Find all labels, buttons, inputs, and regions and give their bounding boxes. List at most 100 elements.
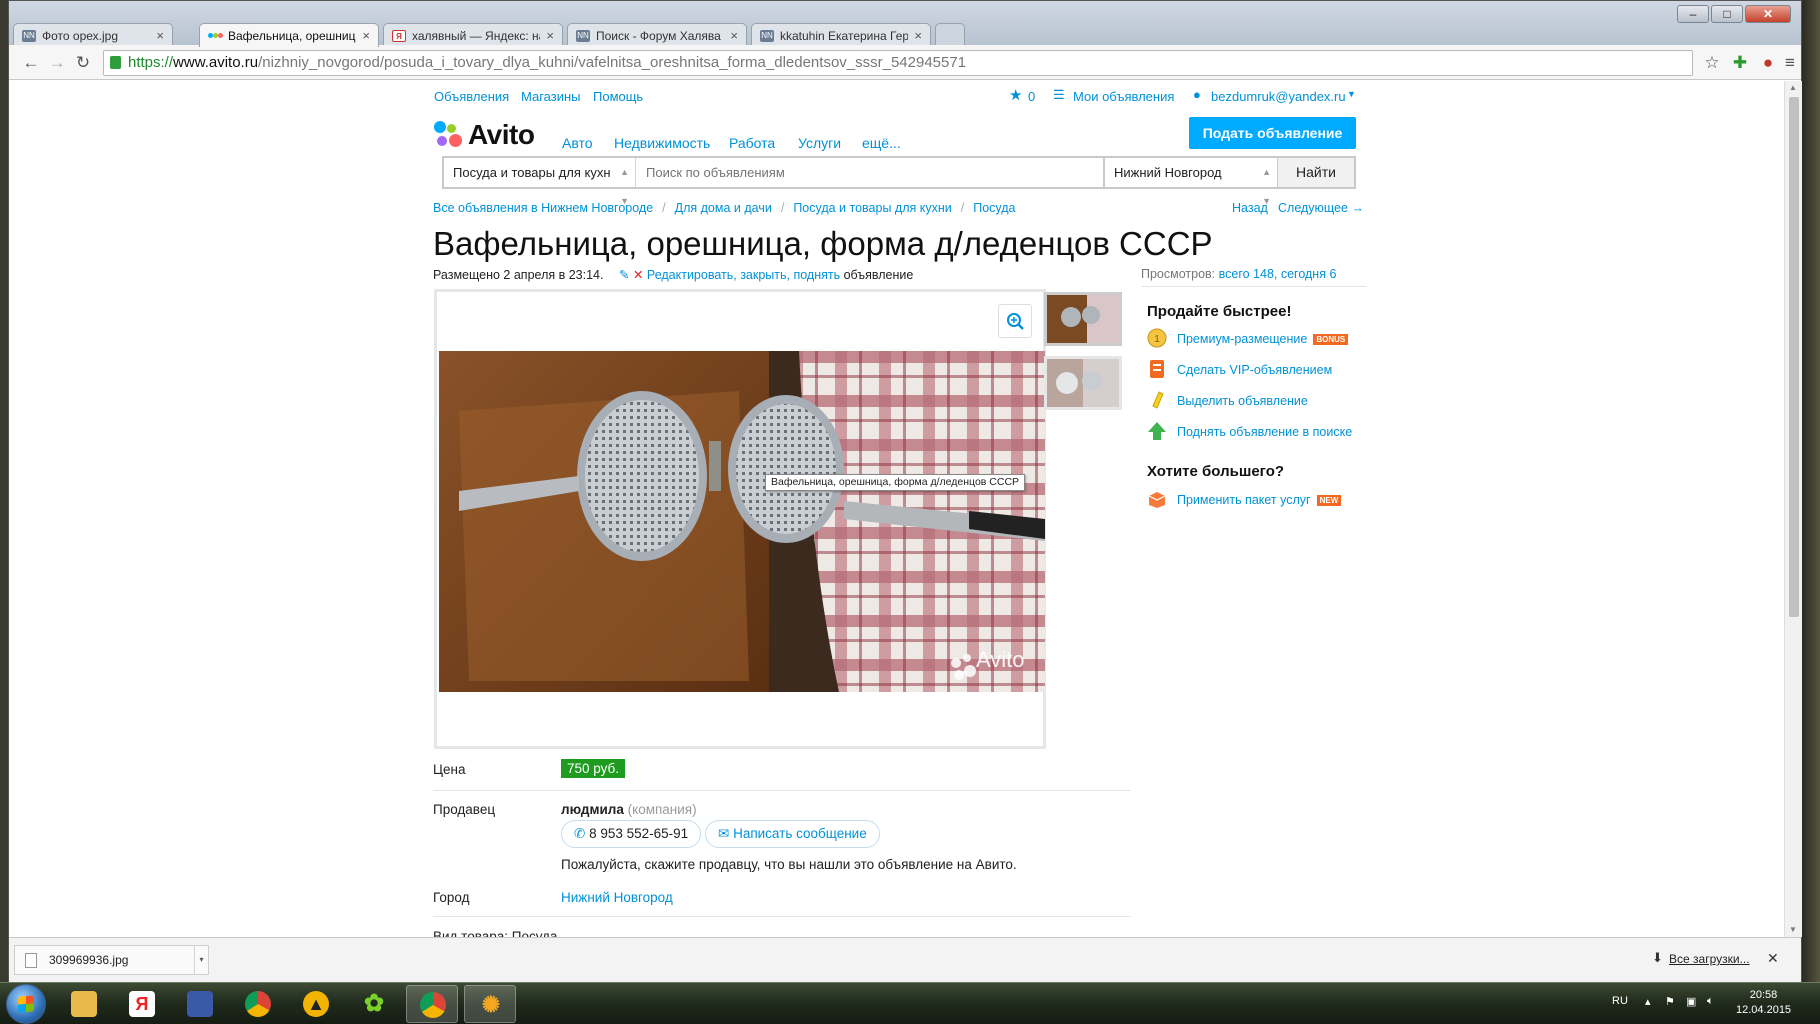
seller-type: (компания) [627,802,697,817]
search-input[interactable] [637,158,1103,187]
download-item[interactable]: 309969936.jpg ▾ [14,945,209,975]
promo-premium-label: Премиум-размещение [1177,332,1308,346]
breadcrumb-item[interactable]: Все объявления в Нижнем Новгороде [433,201,653,215]
tab-forum-search[interactable]: NN Поиск - Форум Халява в × [567,23,747,47]
desktop-background-left [0,0,8,1024]
price-value: 750 руб. [561,759,626,778]
tab-kkatuhin[interactable]: NN kkatuhin Екатерина Герм × [751,23,931,47]
user-email-link[interactable]: bezdumruk@yandex.ru [1211,89,1346,104]
pencil-icon: ✎ [618,268,630,282]
clock[interactable]: 20:58 12.04.2015 [1736,988,1791,1018]
tab-label: Фото орех.jpg [42,28,119,43]
nav-more[interactable]: ещё... [862,135,901,151]
language-indicator[interactable]: RU [1612,995,1628,1007]
breadcrumb-item[interactable]: Посуда [973,201,1015,215]
vip-icon [1150,360,1164,378]
taskbar-viewer[interactable]: ✺ [464,985,516,1023]
user-icon: ● [1193,87,1201,102]
back-arrow-icon[interactable]: ← [19,51,43,75]
menu-icon[interactable]: ≡ [1779,52,1801,74]
taskbar-icq[interactable]: ✿ [348,985,400,1023]
address-bar[interactable]: https://www.avito.ru/nizhniy_novgorod/po… [103,50,1693,76]
search-button[interactable]: Найти [1277,158,1354,187]
breadcrumb-item[interactable]: Посуда и товары для кухни [793,201,951,215]
new-tab-button[interactable] [935,23,965,47]
all-downloads-link[interactable]: Все загрузки... [1669,952,1750,966]
scrollbar-thumb[interactable] [1789,97,1799,617]
promo-premium[interactable]: Премиум-размещение BONUS [1177,332,1349,346]
bookmark-star-icon[interactable]: ☆ [1701,52,1723,74]
top-link-ads[interactable]: Объявления [434,89,509,104]
phone-button[interactable]: ✆ 8 953 552-65-91 [561,820,702,848]
seller-name: людмила [561,802,624,817]
tab-yandex[interactable]: Я халявный — Яндекс: наш × [383,23,563,47]
taskbar-explorer[interactable] [58,985,110,1023]
promo-vip[interactable]: Сделать VIP-объявлением [1177,363,1332,377]
network-icon[interactable]: ▣ [1686,995,1696,1008]
nav-jobs[interactable]: Работа [729,135,775,151]
zoom-icon[interactable] [998,304,1032,338]
taskbar-yandex[interactable]: Я [116,985,168,1023]
close-tab-icon[interactable]: × [362,28,370,43]
city-link[interactable]: Нижний Новгород [561,890,673,905]
top-link-help[interactable]: Помощь [593,89,643,104]
edit-links[interactable]: Редактировать, закрыть, поднять [647,268,840,282]
volume-icon[interactable]: 🔈︎ [1707,995,1714,1008]
scroll-down-icon[interactable]: ▼ [1789,925,1797,934]
forward-arrow-icon[interactable]: → [45,51,69,75]
image-viewer-icon: ✺ [481,992,501,1017]
taskbar-chrome[interactable] [232,985,284,1023]
taskbar-chrome-active[interactable] [406,985,458,1023]
post-ad-button[interactable]: Подать объявление [1189,117,1356,149]
adblock-icon[interactable]: ● [1757,52,1779,74]
vertical-scrollbar[interactable]: ▲ ▼ [1784,81,1802,937]
taskbar-app-triangle[interactable]: ▲ [290,985,342,1023]
write-message-button[interactable]: ✉ Написать сообщение [705,820,880,848]
close-x-icon: ✕ [632,268,644,282]
city-select[interactable]: Нижний Новгород ▲ ▼ [1103,158,1277,206]
close-tab-icon[interactable]: × [546,28,554,43]
views-value[interactable]: всего 148, сегодня 6 [1219,267,1337,281]
next-link[interactable]: Следующее → [1278,201,1364,215]
thumbnail-1[interactable] [1044,292,1122,346]
maximize-icon[interactable]: □ [1711,5,1743,23]
start-button[interactable] [6,984,46,1024]
close-window-icon[interactable]: ✕ [1745,5,1791,23]
nav-services[interactable]: Услуги [798,135,841,151]
close-tab-icon[interactable]: × [156,28,164,43]
back-link[interactable]: Назад [1232,201,1268,215]
tray-arrow-icon[interactable]: ▴ [1645,995,1651,1008]
promo-highlight[interactable]: Выделить объявление [1177,394,1308,408]
favorites-count[interactable]: 0 [1028,89,1035,104]
avito-logo[interactable]: Avito [434,119,535,151]
reload-icon[interactable]: ↻ [71,51,95,75]
minimize-icon[interactable]: – [1677,5,1709,23]
tab-foto-orekh[interactable]: NN Фото орех.jpg × [13,23,173,47]
chevron-down-icon[interactable]: ▼ [1347,89,1356,99]
star-icon[interactable]: ★ [1009,86,1022,104]
category-select[interactable]: Посуда и товары для кухн ▲ ▼ [444,158,636,206]
clock-date: 12.04.2015 [1736,1004,1792,1016]
breadcrumb-item[interactable]: Для дома и дачи [675,201,772,215]
chevron-down-icon[interactable]: ▾ [194,946,208,974]
thumbnail-2[interactable] [1044,356,1122,410]
divider [1141,286,1366,287]
flag-icon[interactable]: ⚑ [1665,995,1675,1008]
arrow-up-icon [1148,422,1166,440]
promo-raise[interactable]: Поднять объявление в поиске [1177,425,1352,439]
close-tab-icon[interactable]: × [914,28,922,43]
tab-avito[interactable]: Вафельница, орешница, × [199,23,379,47]
extension-icon[interactable]: ✚ [1729,52,1751,74]
seller-note: Пожалуйста, скажите продавцу, что вы наш… [561,857,1017,872]
main-photo[interactable]: Avito [439,351,1045,692]
nav-realty[interactable]: Недвижимость [614,135,710,151]
nav-auto[interactable]: Авто [562,135,593,151]
my-ads-link[interactable]: Мои объявления [1073,89,1174,104]
windows-taskbar: Я ▲ ✿ ✺ RU ▴ ⚑ ▣ 🔈︎ 20:58 12.04.2015 [0,982,1820,1024]
scroll-up-icon[interactable]: ▲ [1789,83,1797,92]
taskbar-save[interactable] [174,985,226,1023]
close-tab-icon[interactable]: × [730,28,738,43]
promo-package[interactable]: Применить пакет услуг NEW [1177,493,1342,507]
close-icon[interactable]: ✕ [1767,950,1779,967]
top-link-shops[interactable]: Магазины [521,89,581,104]
